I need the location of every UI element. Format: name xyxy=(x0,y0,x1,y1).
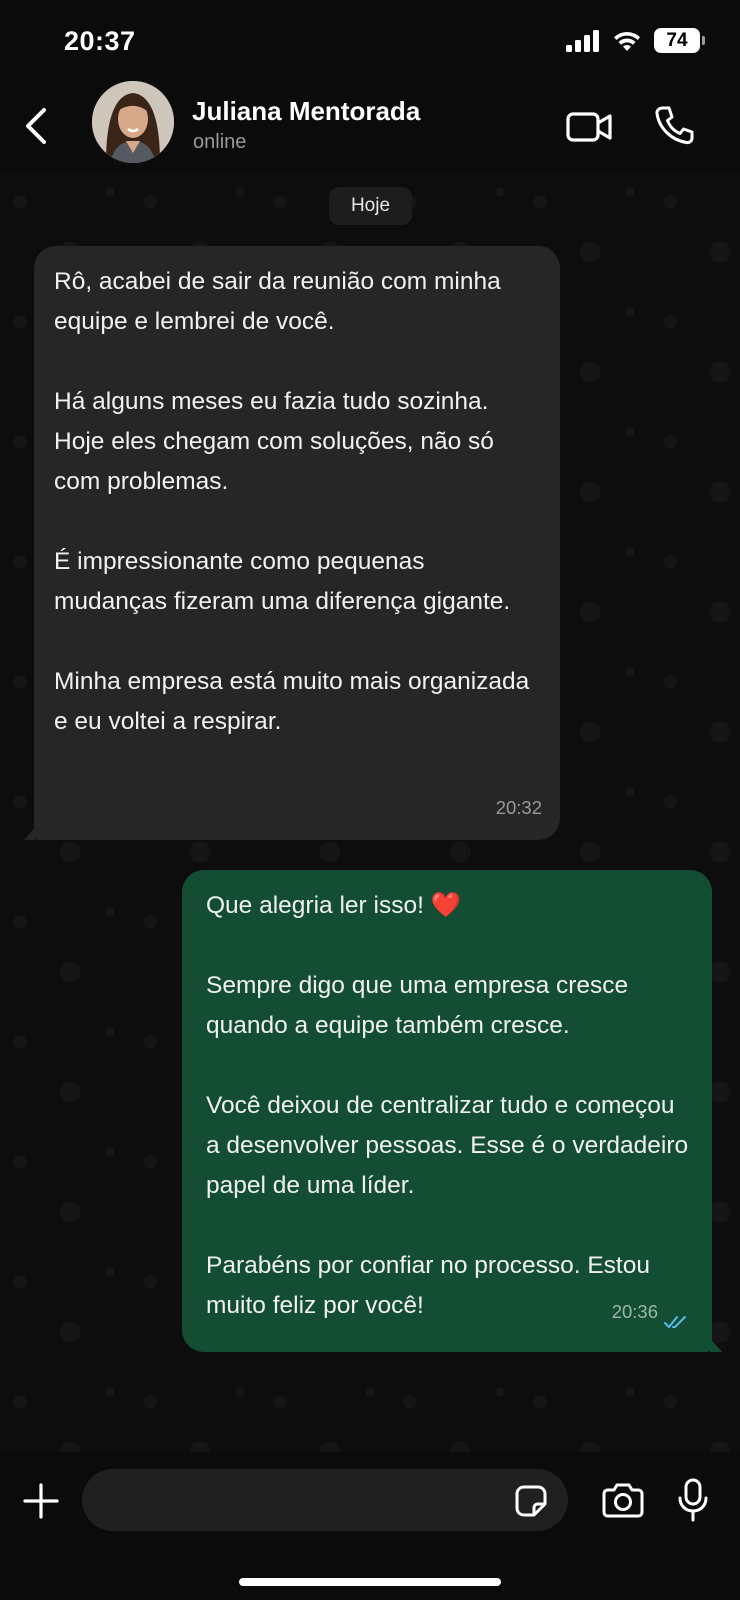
message-paragraph: Rô, acabei de sair da reunião com minha … xyxy=(54,268,501,335)
read-receipt-icon xyxy=(664,1316,686,1329)
message-paragraph: É impressionante como pequenas mudanças … xyxy=(54,548,511,615)
status-bar: 20:37 74 xyxy=(0,0,740,80)
signal-icon xyxy=(566,29,599,52)
back-chevron-icon xyxy=(26,108,46,144)
sticker-button[interactable] xyxy=(514,1484,548,1518)
message-paragraph: Você deixou de centralizar tudo e começo… xyxy=(206,1092,689,1199)
phone-icon xyxy=(655,106,694,145)
message-time: 20:32 xyxy=(495,797,542,818)
message-paragraph: Minha empresa está muito mais organizada… xyxy=(54,668,530,735)
composer-bar xyxy=(0,1452,740,1600)
video-call-button[interactable] xyxy=(566,106,614,146)
camera-icon xyxy=(602,1483,644,1518)
camera-button[interactable] xyxy=(602,1482,644,1518)
chat-area[interactable]: Hoje Rô, acabei de sair da reunião com m… xyxy=(0,172,740,1452)
message-input[interactable] xyxy=(82,1469,568,1531)
message-paragraph: Que alegria ler isso! ❤️ xyxy=(206,892,462,919)
video-call-icon xyxy=(566,112,612,142)
wifi-icon xyxy=(614,31,640,51)
status-time: 20:37 xyxy=(64,26,136,56)
sticker-icon xyxy=(515,1485,547,1517)
avatar-photo xyxy=(92,81,174,163)
home-indicator[interactable] xyxy=(239,1578,501,1586)
message-time: 20:36 xyxy=(611,1301,658,1322)
contact-status: online xyxy=(193,131,247,153)
chat-header: Juliana Mentorada online xyxy=(0,80,740,172)
contact-name[interactable]: Juliana Mentorada xyxy=(192,96,420,127)
plus-icon xyxy=(23,1483,59,1519)
back-button[interactable] xyxy=(16,102,56,150)
avatar[interactable] xyxy=(92,81,174,163)
message-paragraph: Há alguns meses eu fazia tudo sozinha. H… xyxy=(54,388,494,495)
microphone-icon xyxy=(678,1478,708,1522)
battery-indicator: 74 xyxy=(654,28,705,53)
status-icons: 74 xyxy=(566,28,705,53)
microphone-button[interactable] xyxy=(678,1478,708,1522)
incoming-message[interactable]: Rô, acabei de sair da reunião com minha … xyxy=(24,246,560,840)
outgoing-message[interactable]: Que alegria ler isso! ❤️ Sempre digo que… xyxy=(182,870,722,1352)
message-paragraph: Sempre digo que uma empresa cresce quand… xyxy=(206,972,629,1039)
date-chip: Hoje xyxy=(329,187,412,225)
voice-call-button[interactable] xyxy=(654,104,694,146)
battery-level: 74 xyxy=(666,29,688,51)
attach-button[interactable] xyxy=(22,1482,60,1520)
